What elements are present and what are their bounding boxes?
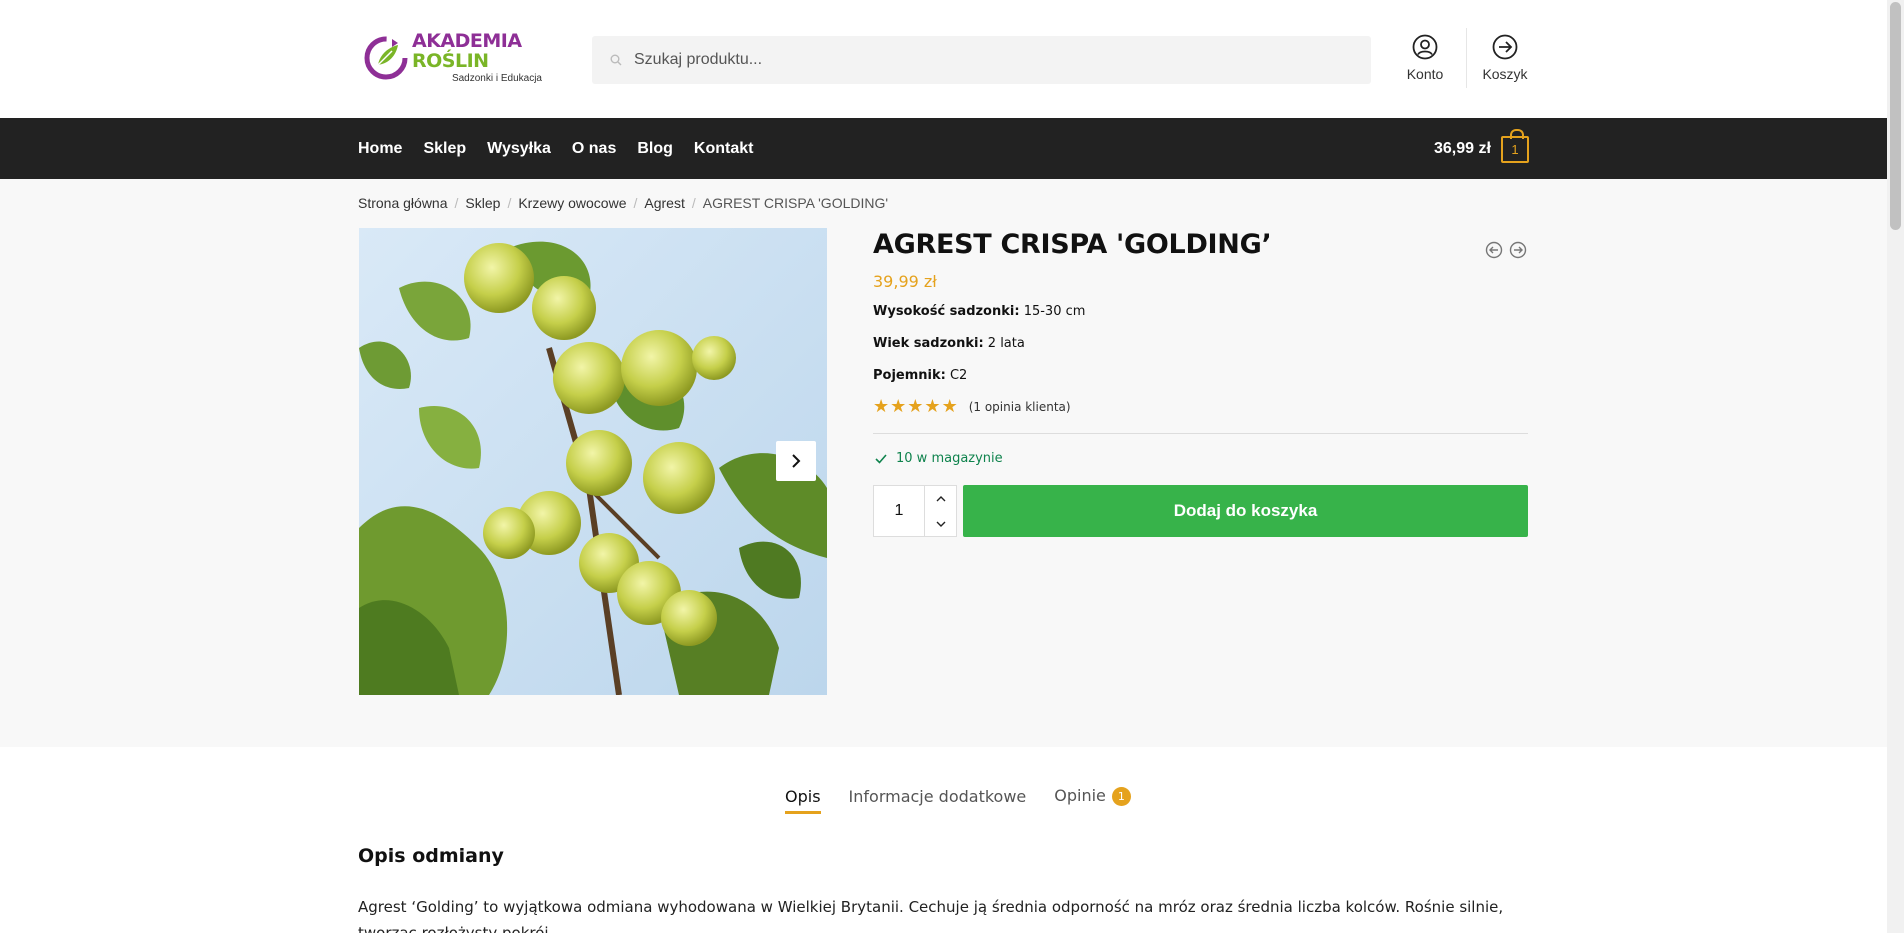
quantity-increase-button[interactable] (925, 486, 957, 511)
cart-link[interactable]: Koszyk (1465, 34, 1545, 82)
scrollbar-thumb[interactable] (1890, 2, 1901, 230)
product-rating: ★ ★ ★ ★ ★ (1 opinia klienta) (873, 396, 1071, 417)
star-icon: ★ (873, 396, 890, 416)
nav-item-kontakt[interactable]: Kontakt (694, 140, 754, 158)
attribute-label: Wiek sadzonki: (873, 336, 984, 351)
gooseberry-photo (359, 228, 827, 695)
quantity-decrease-button[interactable] (925, 511, 957, 536)
reviews-link[interactable]: (1 opinia klienta) (969, 400, 1071, 414)
account-link[interactable]: Konto (1385, 34, 1465, 82)
star-icon: ★ (907, 396, 924, 416)
chevron-up-icon (936, 495, 946, 501)
cart-total[interactable]: 36,99 zł (1434, 118, 1491, 179)
nav-item-wysylka[interactable]: Wysyłka (487, 140, 551, 158)
quantity-stepper[interactable]: 1 (873, 485, 957, 537)
breadcrumb-category[interactable]: Krzewy owocowe (518, 195, 626, 211)
main-navbar: Home Sklep Wysyłka O nas Blog Kontakt 36… (0, 118, 1887, 179)
breadcrumb-separator: / (633, 195, 638, 211)
stock-status: 10 w magazynie (875, 451, 1003, 466)
page: AKADEMIA ROŚLIN Sadzonki i Edukacja Kont… (0, 0, 1904, 933)
next-product-icon[interactable] (1509, 241, 1527, 259)
add-to-cart-button[interactable]: Dodaj do koszyka (963, 485, 1528, 537)
breadcrumb-subcategory[interactable]: Agrest (644, 195, 684, 211)
nav-item-sklep[interactable]: Sklep (423, 140, 466, 158)
tab-opis[interactable]: Opis (785, 787, 821, 814)
tab-opinie-label: Opinie (1054, 786, 1106, 805)
user-icon (1412, 34, 1438, 60)
nav-item-home[interactable]: Home (358, 140, 402, 158)
tab-opinie[interactable]: Opinie 1 (1054, 786, 1131, 812)
logo-title-part1: AKADEMIA (412, 29, 522, 52)
breadcrumb-separator: / (691, 195, 696, 211)
attribute-label: Wysokość sadzonki: (873, 304, 1020, 319)
main-nav: Home Sklep Wysyłka O nas Blog Kontakt (358, 118, 774, 179)
star-icon: ★ (924, 396, 941, 416)
description-text: Agrest ‘Golding’ to wyjątkowa odmiana wy… (358, 898, 1504, 933)
search-bar[interactable] (592, 36, 1371, 84)
check-icon (875, 453, 887, 464)
description-heading: Opis odmiany (358, 845, 504, 867)
stock-text: 10 w magazynie (896, 451, 1003, 466)
attribute-value: 2 lata (987, 336, 1025, 351)
search-input[interactable] (634, 51, 1334, 69)
logo-title-part2: ROŚLIN (412, 49, 489, 72)
search-icon (610, 54, 622, 66)
attribute-label: Pojemnik: (873, 368, 946, 383)
previous-product-icon[interactable] (1485, 241, 1503, 259)
nav-item-blog[interactable]: Blog (637, 140, 673, 158)
star-icon: ★ (890, 396, 907, 416)
tab-informacje-dodatkowe[interactable]: Informacje dodatkowe (849, 787, 1027, 812)
logo-leaf-icon (362, 33, 410, 81)
reviews-count-badge: 1 (1111, 787, 1131, 806)
product-tabs: Opis Informacje dodatkowe Opinie 1 (785, 786, 1159, 814)
cart-count-badge[interactable]: 1 (1501, 129, 1529, 163)
breadcrumb-shop[interactable]: Sklep (465, 195, 500, 211)
cart-label: Koszyk (1482, 66, 1528, 82)
chevron-right-icon (792, 454, 801, 468)
product-price: 39,99 zł (873, 272, 937, 291)
gallery-next-button[interactable] (776, 441, 816, 481)
breadcrumb-home[interactable]: Strona główna (358, 195, 448, 211)
product-image[interactable] (359, 228, 827, 695)
attribute-container: Pojemnik: C2 (873, 368, 967, 383)
quantity-input[interactable]: 1 (874, 486, 924, 536)
account-label: Konto (1406, 66, 1444, 82)
nav-item-o-nas[interactable]: O nas (572, 140, 616, 158)
breadcrumb-separator: / (507, 195, 512, 211)
star-icon: ★ (941, 396, 958, 416)
attribute-value: C2 (949, 368, 968, 383)
product-title: AGREST CRISPA 'GOLDING’ (873, 229, 1272, 260)
logo-subtitle: Sadzonki i Edukacja (451, 72, 542, 84)
breadcrumb-current: AGREST CRISPA 'GOLDING' (702, 195, 889, 211)
chevron-down-icon (936, 521, 946, 527)
divider (873, 433, 1528, 434)
attribute-age: Wiek sadzonki: 2 lata (873, 336, 1025, 351)
attribute-value: 15-30 cm (1023, 304, 1086, 319)
site-header: AKADEMIA ROŚLIN Sadzonki i Edukacja Kont… (0, 0, 1887, 118)
attribute-height: Wysokość sadzonki: 15-30 cm (873, 304, 1085, 319)
breadcrumb: Strona główna / Sklep / Krzewy owocowe / Ag… (358, 195, 888, 211)
arrow-circle-right-icon (1492, 34, 1518, 60)
site-logo[interactable]: AKADEMIA ROŚLIN Sadzonki i Edukacja (362, 29, 542, 84)
breadcrumb-separator: / (454, 195, 459, 211)
